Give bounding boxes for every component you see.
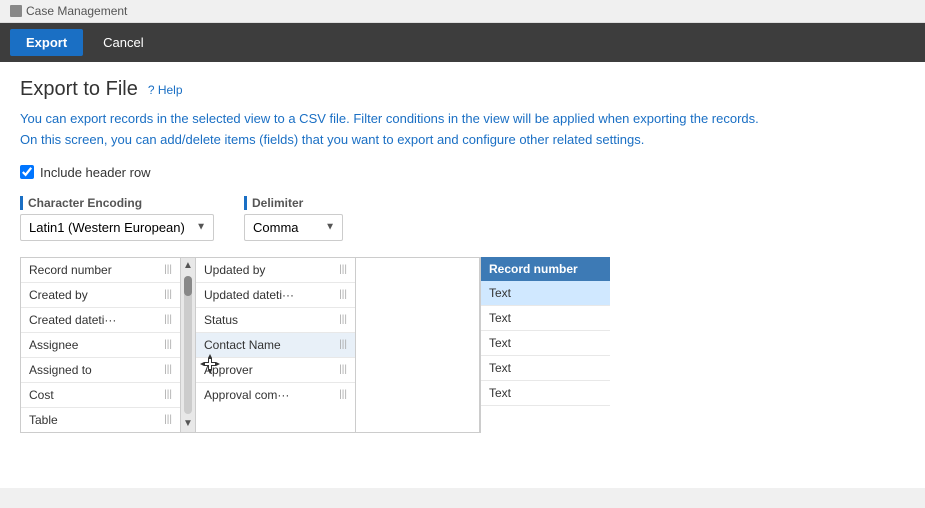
preview-row: Text <box>481 306 610 331</box>
right-field-item[interactable]: Updated dateti···||| <box>196 283 355 308</box>
delimiter-group: Delimiter Comma Tab Semicolon ▼ <box>244 196 343 241</box>
include-header-checkbox[interactable] <box>20 165 34 179</box>
page-title-row: Export to File ? Help <box>20 78 905 101</box>
character-encoding-select[interactable]: Latin1 (Western European) UTF-8 Shift_JI… <box>20 214 214 241</box>
drag-handle-icon[interactable]: ||| <box>164 414 172 425</box>
left-field-item[interactable]: Cost||| <box>21 383 180 408</box>
case-icon <box>10 5 22 17</box>
scroll-down-icon[interactable]: ▼ <box>182 418 194 430</box>
right-sub-panel: Updated by|||Updated dateti···|||Status|… <box>196 258 356 432</box>
field-name: Approver <box>204 363 339 377</box>
main-content: Export to File ? Help You can export rec… <box>0 62 925 488</box>
left-field-item[interactable]: Record number||| <box>21 258 180 283</box>
drag-handle-icon[interactable]: ||| <box>164 389 172 400</box>
field-name: Approval com··· <box>204 388 339 402</box>
scroll-up-icon[interactable]: ▲ <box>182 260 194 272</box>
character-encoding-label: Character Encoding <box>20 196 214 210</box>
description-line2: On this screen, you can add/delete items… <box>20 130 905 151</box>
delimiter-select[interactable]: Comma Tab Semicolon <box>244 214 343 241</box>
drag-handle-icon[interactable]: ||| <box>164 264 172 275</box>
left-field-item[interactable]: Created by||| <box>21 283 180 308</box>
drag-handle-icon[interactable]: ||| <box>339 339 347 350</box>
preview-row: Text <box>481 281 610 306</box>
field-name: Contact Name <box>204 338 339 352</box>
character-encoding-group: Character Encoding Latin1 (Western Europ… <box>20 196 214 241</box>
include-header-label: Include header row <box>40 165 151 180</box>
drag-handle-icon[interactable]: ||| <box>164 364 172 375</box>
preview-row: Text <box>481 356 610 381</box>
panels-container: Record number|||Created by|||Created dat… <box>20 257 905 433</box>
left-field-item[interactable]: Table||| <box>21 408 180 432</box>
description-line1: You can export records in the selected v… <box>20 109 905 130</box>
field-name: Record number <box>29 263 164 277</box>
preview-panel: Record number TextTextTextTextText <box>480 257 610 433</box>
panel-scrollbar[interactable]: ▲ ▼ <box>181 258 196 432</box>
field-name: Cost <box>29 388 164 402</box>
delimiter-select-wrapper: Comma Tab Semicolon ▼ <box>244 214 343 241</box>
include-header-row: Include header row <box>20 165 905 180</box>
drag-handle-icon[interactable]: ||| <box>339 364 347 375</box>
field-name: Updated dateti··· <box>204 288 339 302</box>
left-panel: Record number|||Created by|||Created dat… <box>21 258 181 432</box>
left-field-item[interactable]: Created dateti···||| <box>21 308 180 333</box>
right-field-item[interactable]: Contact Name||| <box>196 333 355 358</box>
page-title: Export to File <box>20 78 138 101</box>
right-field-item[interactable]: Approver||| <box>196 358 355 383</box>
field-name: Updated by <box>204 263 339 277</box>
field-name: Assigned to <box>29 363 164 377</box>
field-name: Status <box>204 313 339 327</box>
help-link[interactable]: ? Help <box>148 83 183 97</box>
drag-handle-icon[interactable]: ||| <box>339 289 347 300</box>
drag-handle-icon[interactable]: ||| <box>339 389 347 400</box>
field-name: Created dateti··· <box>29 313 164 327</box>
left-field-item[interactable]: Assigned to||| <box>21 358 180 383</box>
breadcrumb-bar: Case Management <box>0 0 925 23</box>
right-field-item[interactable]: Status||| <box>196 308 355 333</box>
delimiter-label: Delimiter <box>244 196 343 210</box>
preview-header: Record number <box>481 257 610 281</box>
field-name: Assignee <box>29 338 164 352</box>
preview-row: Text <box>481 331 610 356</box>
drag-handle-icon[interactable]: ||| <box>164 339 172 350</box>
field-name: Table <box>29 413 164 427</box>
settings-row: Character Encoding Latin1 (Western Europ… <box>20 196 905 241</box>
drag-handle-icon[interactable]: ||| <box>164 314 172 325</box>
drag-handle-icon[interactable]: ||| <box>164 289 172 300</box>
right-field-item[interactable]: Updated by||| <box>196 258 355 283</box>
left-field-item[interactable]: Assignee||| <box>21 333 180 358</box>
right-field-item[interactable]: Approval com···||| <box>196 383 355 407</box>
description: You can export records in the selected v… <box>20 109 905 151</box>
drag-handle-icon[interactable]: ||| <box>339 314 347 325</box>
field-selector: Record number|||Created by|||Created dat… <box>20 257 480 433</box>
toolbar: Export Cancel <box>0 23 925 62</box>
drag-handle-icon[interactable]: ||| <box>339 264 347 275</box>
preview-row: Text <box>481 381 610 406</box>
field-name: Created by <box>29 288 164 302</box>
scroll-thumb <box>184 276 192 296</box>
breadcrumb-label: Case Management <box>26 4 127 18</box>
character-encoding-select-wrapper: Latin1 (Western European) UTF-8 Shift_JI… <box>20 214 214 241</box>
scroll-track <box>184 276 192 414</box>
cancel-button[interactable]: Cancel <box>91 29 155 56</box>
export-button[interactable]: Export <box>10 29 83 56</box>
